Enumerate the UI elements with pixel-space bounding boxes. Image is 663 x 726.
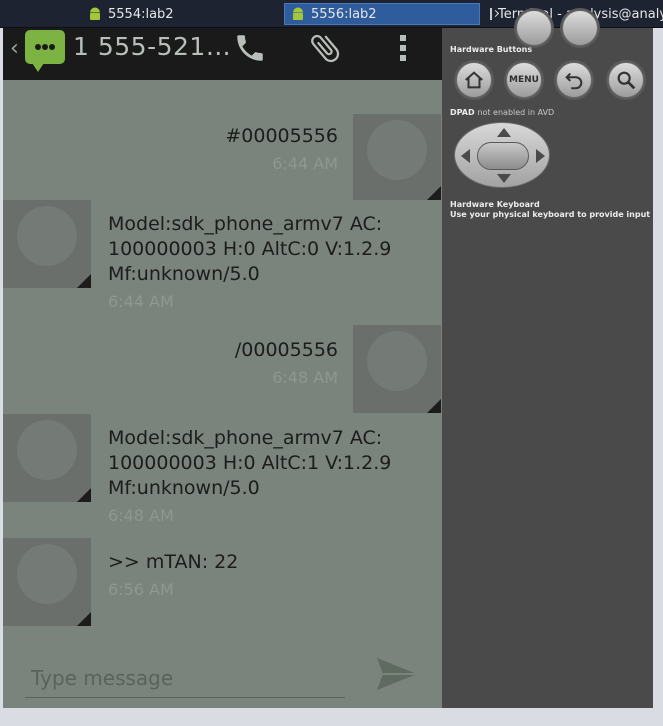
avatar <box>3 414 91 502</box>
message-time: 6:48 AM <box>108 506 174 525</box>
power-button[interactable] <box>562 10 598 46</box>
message-input[interactable] <box>25 658 345 698</box>
back-button[interactable] <box>556 62 592 98</box>
message-text: /00005556 <box>234 339 338 361</box>
send-icon[interactable] <box>375 654 423 694</box>
avatar <box>3 200 91 288</box>
message-composer <box>3 640 442 708</box>
call-icon[interactable] <box>230 28 270 68</box>
terminal-icon <box>490 8 492 20</box>
android-icon <box>90 7 100 20</box>
search-button[interactable] <box>608 62 644 98</box>
home-icon <box>465 71 483 89</box>
overflow-menu-icon[interactable] <box>383 28 423 68</box>
attach-icon[interactable] <box>305 28 345 68</box>
message-time: 6:48 AM <box>272 368 338 387</box>
phone-screen: ‹ 1 555-521… #00005556 6:44 AM Model:sdk… <box>3 28 442 708</box>
emulator-controls-panel: Hardware Buttons MENU DPAD not enabled i… <box>442 10 653 708</box>
home-button[interactable] <box>456 62 492 98</box>
message-text: #00005556 <box>225 125 338 147</box>
dpad-control[interactable] <box>454 122 550 188</box>
hardware-buttons-label: Hardware Buttons <box>450 45 533 54</box>
taskbar-item-label: 5556:lab2 <box>311 6 377 22</box>
dpad-right-icon[interactable] <box>536 149 545 163</box>
message-text: 100000003 H:0 AltC:1 V:1.2.9 <box>108 452 392 474</box>
search-icon <box>617 71 636 90</box>
volume-button[interactable] <box>516 10 552 46</box>
back-icon <box>565 72 583 90</box>
avatar <box>3 538 91 626</box>
message-text: Mf:unknown/5.0 <box>108 477 260 499</box>
message-text: Model:sdk_phone_armv7 AC: <box>108 213 383 235</box>
dpad-down-icon[interactable] <box>497 174 511 183</box>
dpad-up-icon[interactable] <box>497 128 511 137</box>
emulator-window: ‹ 1 555-521… #00005556 6:44 AM Model:sdk… <box>3 10 653 708</box>
message-time: 6:44 AM <box>272 154 338 173</box>
back-chevron-icon[interactable]: ‹ <box>10 36 19 61</box>
message-time: 6:56 AM <box>108 580 174 599</box>
taskbar-item-label: 5554:lab2 <box>108 6 174 22</box>
message-text: Model:sdk_phone_armv7 AC: <box>108 427 383 449</box>
dpad-center-button[interactable] <box>477 142 529 170</box>
dpad-note: not enabled in AVD <box>477 108 555 117</box>
action-bar: ‹ 1 555-521… <box>3 28 442 80</box>
keyboard-note: Use your physical keyboard to provide in… <box>450 210 651 219</box>
dot <box>35 44 41 50</box>
dot <box>49 44 55 50</box>
taskbar-item-5556[interactable]: 5556:lab2 <box>284 3 480 25</box>
dpad-label: DPAD not enabled in AVD <box>450 108 554 117</box>
taskbar-item-5554[interactable]: 5554:lab2 <box>82 3 278 25</box>
dpad-title: DPAD <box>450 108 475 117</box>
message-text: Mf:unknown/5.0 <box>108 263 260 285</box>
message-text: >> mTAN: 22 <box>108 551 239 573</box>
dpad-left-icon[interactable] <box>461 149 470 163</box>
keyboard-label: Hardware Keyboard <box>450 200 540 209</box>
avatar <box>353 114 441 200</box>
avatar <box>353 325 441 413</box>
message-time: 6:44 AM <box>108 292 174 311</box>
messaging-app-icon[interactable] <box>25 30 65 72</box>
dot <box>42 44 48 50</box>
menu-button[interactable]: MENU <box>506 62 542 98</box>
contact-title[interactable]: 1 555-521… <box>73 32 231 61</box>
message-text: 100000003 H:0 AltC:0 V:1.2.9 <box>108 238 392 260</box>
android-icon <box>293 7 303 20</box>
